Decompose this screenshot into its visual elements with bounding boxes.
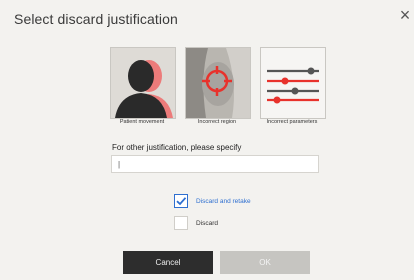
incorrect-parameters-icon: [261, 48, 325, 118]
discard-checkbox[interactable]: [174, 216, 188, 230]
option-patient-movement[interactable]: [110, 47, 176, 119]
discard-label[interactable]: Discard: [196, 220, 218, 227]
option-label-incorrect-parameters: Incorrect parameters: [266, 119, 318, 125]
patient-movement-icon: [111, 48, 175, 118]
close-icon[interactable]: ×: [396, 6, 414, 24]
other-justification-label: For other justification, please specify: [112, 143, 242, 152]
option-incorrect-parameters[interactable]: [260, 47, 326, 119]
dialog-title: Select discard justification: [14, 11, 178, 27]
incorrect-region-icon: [186, 48, 250, 118]
discard-and-retake-label[interactable]: Discard and retake: [196, 198, 251, 205]
discard-justification-dialog: Select discard justification × Patient m…: [0, 0, 414, 280]
discard-and-retake-checkbox[interactable]: [174, 194, 188, 208]
other-justification-input[interactable]: [111, 155, 319, 173]
checkmark-icon: [175, 196, 186, 205]
ok-button[interactable]: OK: [220, 251, 310, 274]
option-incorrect-region[interactable]: [185, 47, 251, 119]
cancel-button[interactable]: Cancel: [123, 251, 213, 274]
